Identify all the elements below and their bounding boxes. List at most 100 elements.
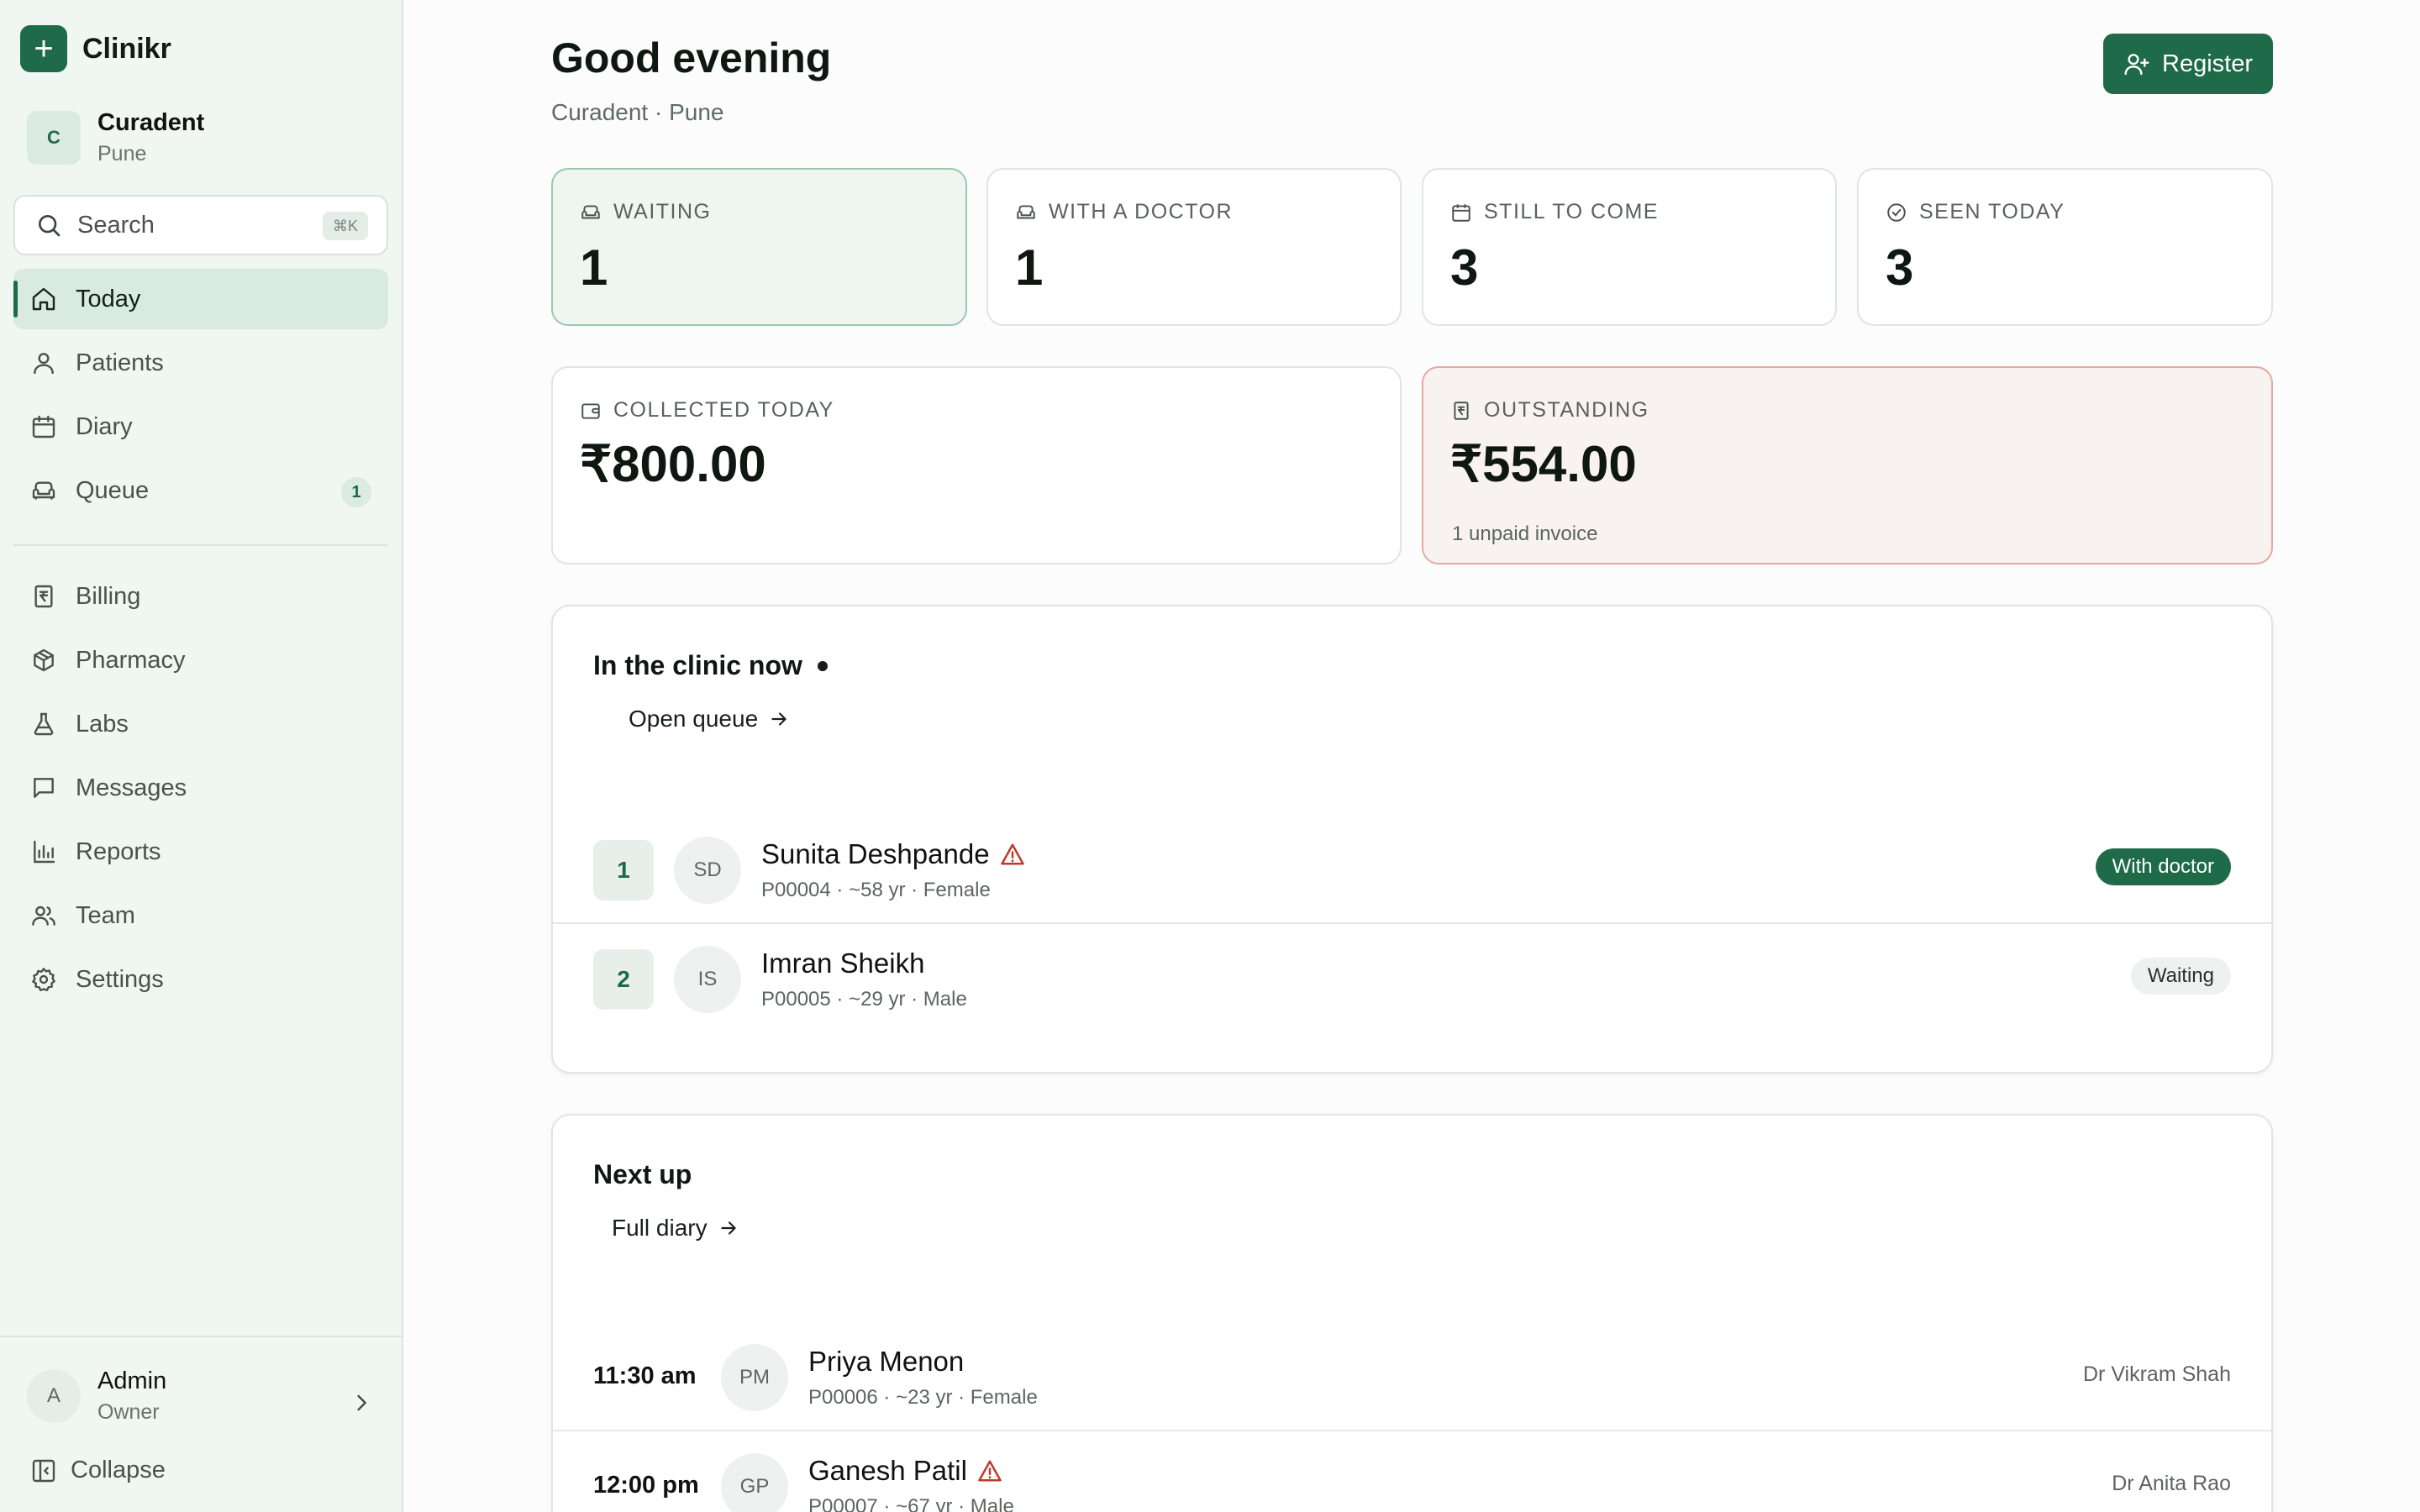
chevron-right-icon[interactable] [350, 1391, 373, 1415]
nav-secondary: Billing Pharmacy Labs Messages Reports T… [13, 566, 388, 1013]
sidebar-item-team[interactable]: Team [13, 885, 388, 946]
stat-label: SEEN TODAY [1919, 200, 2065, 223]
sidebar-item-settings[interactable]: Settings [13, 949, 388, 1010]
sidebar-item-billing[interactable]: Billing [13, 566, 388, 627]
user-name: Admin [97, 1368, 167, 1394]
sidebar-item-label: Messages [76, 774, 187, 801]
register-button[interactable]: Register [2103, 34, 2273, 94]
calendar-icon [1452, 203, 1470, 222]
bar-chart-icon [34, 840, 55, 864]
user-plus-icon [2124, 54, 2149, 76]
sidebar: + Clinikr C Curadent Pune Search ⌘K Toda… [0, 0, 403, 1512]
avatar: A [27, 1369, 81, 1423]
org-switcher[interactable]: C Curadent Pune [27, 109, 204, 166]
stat-seen-today[interactable]: SEEN TODAY 3 [1857, 168, 2273, 326]
sidebar-item-queue[interactable]: Queue 1 [13, 460, 388, 521]
sidebar-item-label: Reports [76, 837, 161, 865]
org-city: Pune [97, 142, 147, 165]
appointment-time: 11:30 am [593, 1362, 697, 1389]
sidebar-item-messages[interactable]: Messages [13, 758, 388, 818]
couch-icon [581, 204, 600, 218]
arrow-right-icon [771, 712, 786, 726]
stat-outstanding[interactable]: OUTSTANDING ₹554.00 1 unpaid invoice [1422, 366, 2273, 564]
search-placeholder: Search [77, 211, 155, 239]
clinic-now-title: In the clinic now [593, 650, 802, 680]
message-icon [34, 778, 54, 798]
home-icon [32, 287, 55, 311]
assigned-doctor: Dr Vikram Shah [2083, 1362, 2231, 1386]
patient-name: Sunita Deshpande [761, 838, 1025, 870]
search-input[interactable]: Search ⌘K [13, 195, 388, 255]
queue-number: 1 [593, 840, 654, 900]
full-diary-label: Full diary [612, 1215, 708, 1241]
alert-triangle-icon [978, 1460, 1002, 1482]
stat-value: 1 [580, 239, 608, 296]
sidebar-item-today[interactable]: Today [13, 269, 388, 329]
table-row[interactable]: 1 SD Sunita Deshpande P00004 · ~58 yr · … [553, 815, 2271, 922]
full-diary-link[interactable]: Full diary [612, 1215, 739, 1242]
stat-value: 1 [1015, 239, 1044, 296]
gear-icon [32, 968, 55, 991]
stat-label: COLLECTED TODAY [613, 398, 834, 422]
sidebar-item-reports[interactable]: Reports [13, 822, 388, 882]
patient-meta: P00005 · ~29 yr · Male [761, 988, 967, 1011]
avatar: IS [674, 946, 741, 1013]
stat-label: OUTSTANDING [1484, 398, 1649, 422]
page-subtitle: Curadent · Pune [551, 99, 724, 125]
panel-title: Next up [593, 1159, 692, 1190]
brand-logo-icon: + [20, 25, 67, 72]
nav-primary: Today Patients Diary Queue 1 [13, 269, 388, 524]
open-queue-link[interactable]: Open queue [629, 706, 790, 732]
table-row[interactable]: 11:30 am PM Priya Menon P00006 · ~23 yr … [553, 1322, 2271, 1430]
status-badge: Waiting [2130, 958, 2231, 995]
collapse-button[interactable]: Collapse [30, 1457, 166, 1484]
user-menu[interactable]: A Admin Owner [27, 1368, 166, 1425]
stat-label: WAITING [613, 200, 712, 223]
patient-name-text: Sunita Deshpande [761, 838, 990, 869]
table-row[interactable]: 2 IS Imran Sheikh P00005 · ~29 yr · Male… [553, 922, 2271, 1030]
patient-name: Imran Sheikh [761, 948, 924, 979]
sidebar-item-label: Settings [76, 965, 164, 993]
couch-icon [1017, 204, 1035, 218]
stat-value: ₹800.00 [580, 436, 766, 492]
table-row[interactable]: 12:00 pm GP Ganesh Patil P00007 · ~67 yr… [553, 1430, 2271, 1512]
open-queue-label: Open queue [629, 706, 759, 732]
sidebar-item-pharmacy[interactable]: Pharmacy [13, 630, 388, 690]
users-icon [32, 906, 55, 926]
panel-title: In the clinic now [593, 650, 828, 681]
next-up-panel: Next up Full diary 11:30 am PM Priya Men… [551, 1114, 2273, 1512]
patient-name-text: Priya Menon [808, 1346, 965, 1377]
stat-value: ₹554.00 [1450, 436, 1637, 492]
brand[interactable]: + Clinikr [20, 25, 171, 72]
sidebar-item-label: Labs [76, 710, 129, 738]
user-section: A Admin Owner Collapse [0, 1336, 402, 1512]
brand-name: Clinikr [82, 32, 171, 65]
stat-waiting[interactable]: WAITING 1 [551, 168, 967, 326]
couch-icon [32, 481, 55, 500]
page-title: Good evening [551, 34, 832, 81]
stat-label: WITH A DOCTOR [1049, 200, 1234, 223]
sidebar-item-label: Billing [76, 582, 141, 610]
sidebar-item-labs[interactable]: Labs [13, 694, 388, 754]
nav-divider [13, 544, 388, 546]
stat-with-doctor[interactable]: WITH A DOCTOR 1 [986, 168, 1402, 326]
flask-icon [34, 712, 54, 736]
stat-label: STILL TO COME [1484, 200, 1659, 223]
collapse-label: Collapse [71, 1457, 166, 1483]
user-role: Owner [97, 1400, 160, 1424]
assigned-doctor: Dr Anita Rao [2112, 1472, 2231, 1495]
arrow-right-icon [720, 1221, 736, 1235]
status-badge: With doctor [2095, 848, 2231, 885]
stat-still-to-come[interactable]: STILL TO COME 3 [1422, 168, 1837, 326]
stat-value: 3 [1450, 239, 1479, 296]
queue-count-badge: 1 [341, 477, 371, 507]
alert-triangle-icon [1000, 843, 1024, 865]
sidebar-item-diary[interactable]: Diary [13, 396, 388, 457]
sidebar-collapse-icon [32, 1459, 55, 1482]
patient-meta: P00004 · ~58 yr · Female [761, 879, 991, 901]
stat-collected-today[interactable]: COLLECTED TODAY ₹800.00 [551, 366, 1402, 564]
next-up-title: Next up [593, 1159, 692, 1189]
search-icon [39, 215, 60, 237]
sidebar-item-patients[interactable]: Patients [13, 333, 388, 393]
user-icon [34, 353, 54, 375]
